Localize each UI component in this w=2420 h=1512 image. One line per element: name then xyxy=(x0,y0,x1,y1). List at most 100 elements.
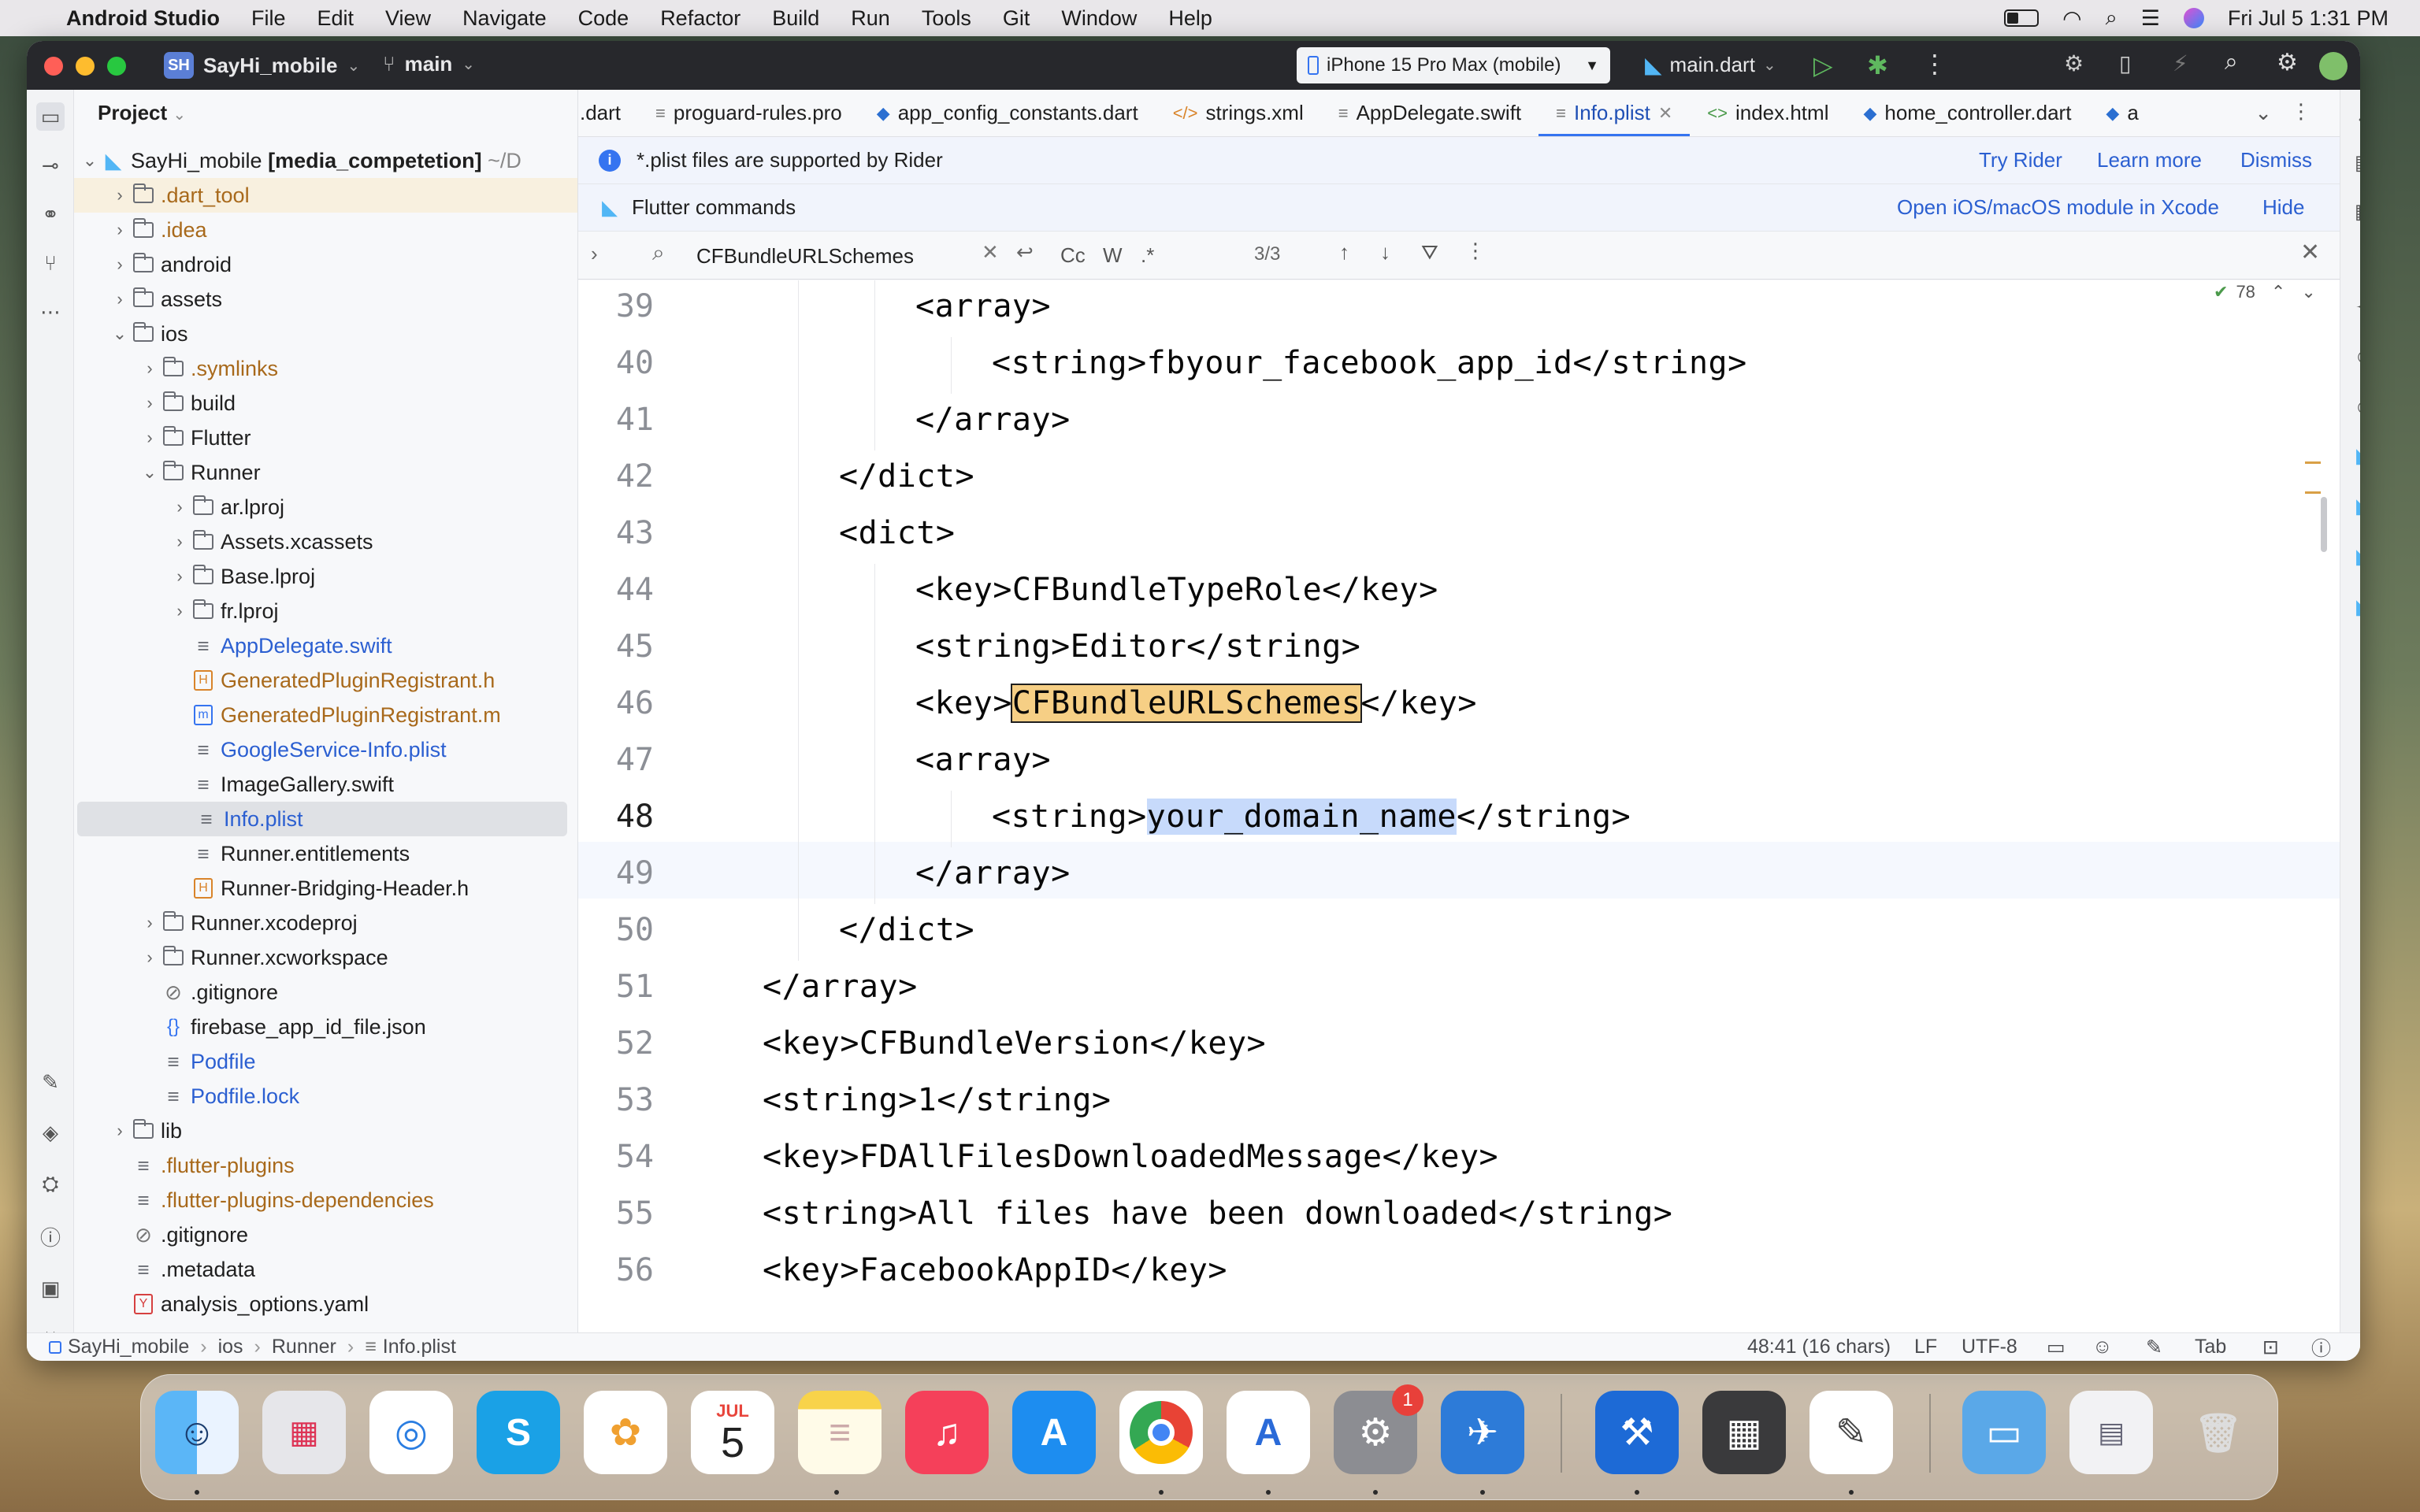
chevron-right-icon[interactable]: › xyxy=(170,566,189,587)
project-panel-header[interactable]: Project ⌄ xyxy=(98,101,186,125)
skype-icon[interactable]: S xyxy=(477,1391,560,1474)
brush-icon[interactable]: ✎ xyxy=(2146,1336,2162,1359)
menu-refactor[interactable]: Refactor xyxy=(660,6,740,31)
tree-item-base-lproj[interactable]: › Base.lproj xyxy=(74,559,577,594)
whole-words-toggle[interactable]: W xyxy=(1103,243,1123,268)
close-window-button[interactable] xyxy=(44,57,63,76)
project-folder-icon[interactable]: ▭ xyxy=(36,102,65,131)
menu-navigate[interactable]: Navigate xyxy=(462,6,547,31)
calendar-icon[interactable]: JUL 5 xyxy=(691,1391,774,1474)
open-xcode-link[interactable]: Open iOS/macOS module in Xcode xyxy=(1897,195,2219,220)
code-editor[interactable]: 39 <array> 40 <string>fbyour_facebook_app_i… xyxy=(578,280,2340,1361)
tree-item-runner-entitlements[interactable]: ≡ Runner.entitlements xyxy=(74,836,577,871)
tab-home-controller-dart[interactable]: ◆ home_controller.dart xyxy=(1846,90,2088,136)
editor-scrollbar[interactable] xyxy=(2292,280,2340,1361)
learn-more-link[interactable]: Learn more xyxy=(2097,148,2202,172)
menu-window[interactable]: Window xyxy=(1061,6,1137,31)
chevron-down-icon[interactable]: ⌄ xyxy=(140,462,159,483)
new-line-icon[interactable]: ↩ xyxy=(1016,240,1034,265)
bug-report-icon[interactable]: ⚙ xyxy=(2064,50,2084,76)
tree-item-fr-lproj[interactable]: › fr.lproj xyxy=(74,594,577,628)
close-tab-icon[interactable]: ✕ xyxy=(1658,103,1672,124)
avatar[interactable] xyxy=(2319,52,2348,80)
trash-icon[interactable]: 🗑 xyxy=(2177,1391,2260,1474)
tree-item-android[interactable]: › android xyxy=(74,247,577,282)
music-icon[interactable]: ♫ xyxy=(905,1391,989,1474)
more-tools-icon[interactable]: ⋯ xyxy=(36,298,65,326)
chevron-down-icon[interactable]: ⌄ xyxy=(110,324,129,344)
tree-item-podfile-lock[interactable]: ≡ Podfile.lock xyxy=(74,1079,577,1114)
find-input[interactable] xyxy=(696,240,972,272)
chevron-down-icon[interactable]: ⌄ xyxy=(80,150,99,171)
tree-item-firebase-app-id-file-json[interactable]: {} firebase_app_id_file.json xyxy=(74,1010,577,1044)
tree-item-generatedpluginregistrant-h[interactable]: H GeneratedPluginRegistrant.h xyxy=(74,663,577,698)
tab-index-html[interactable]: <> index.html xyxy=(1690,90,1846,136)
copilot-status-icon[interactable]: ☺ xyxy=(2092,1336,2113,1358)
tab-app-config-constants-dart[interactable]: ◆ app_config_constants.dart xyxy=(859,90,1156,136)
tree-item-runner-bridging-header-h[interactable]: H Runner-Bridging-Header.h xyxy=(74,871,577,906)
breadcrumb-project[interactable]: SayHi_mobile xyxy=(68,1336,189,1358)
regex-toggle[interactable]: .* xyxy=(1141,243,1154,268)
tree-item-runner-xcworkspace[interactable]: › Runner.xcworkspace xyxy=(74,940,577,975)
pull-requests-icon[interactable]: ⑂ xyxy=(36,249,65,277)
siri-icon[interactable] xyxy=(2183,8,2204,28)
flutter-deep-links-icon[interactable]: ◣ xyxy=(2350,542,2360,570)
notifications-icon[interactable]: ♫ xyxy=(2350,99,2360,128)
chevron-right-icon[interactable]: › xyxy=(170,601,189,621)
chevron-right-icon[interactable]: › xyxy=(110,1121,129,1141)
menubar-clock[interactable]: Fri Jul 5 1:31 PM xyxy=(2228,6,2388,31)
commit-icon[interactable]: ⊸ xyxy=(36,151,65,180)
chevron-right-icon[interactable]: › xyxy=(110,185,129,206)
tree-item-runner-xcodeproj[interactable]: › Runner.xcodeproj xyxy=(74,906,577,940)
spotlight-search-icon[interactable]: ⌕ xyxy=(2106,6,2118,31)
finder-icon[interactable]: ☺ xyxy=(155,1391,239,1474)
app-store-icon[interactable]: A xyxy=(1012,1391,1096,1474)
run-icon[interactable]: ▷ xyxy=(1813,50,1833,80)
device-manager-icon[interactable]: ▯ xyxy=(2119,50,2131,76)
scroll-thumb[interactable] xyxy=(2321,497,2327,552)
textedit-icon[interactable]: ✎ xyxy=(1809,1391,1893,1474)
menu-view[interactable]: View xyxy=(385,6,431,31)
build-variants-icon[interactable]: ⛭ xyxy=(36,1170,65,1199)
terminal-icon[interactable]: ▣ xyxy=(36,1274,65,1303)
tree-item-appdelegate-swift[interactable]: ≡ AppDelegate.swift xyxy=(74,628,577,663)
tree-root[interactable]: ⌄ ◣ SayHi_mobile [media_competetion] ~/D xyxy=(74,143,577,178)
downloads-folder-icon[interactable]: ▭ xyxy=(1962,1391,2046,1474)
breadcrumb-ios[interactable]: ios xyxy=(218,1336,243,1358)
launchpad-icon[interactable]: ▦ xyxy=(262,1391,346,1474)
chevron-right-icon[interactable]: › xyxy=(140,947,159,968)
tree-item-runner[interactable]: ⌄ Runner xyxy=(74,455,577,490)
tree-item-metadata[interactable]: ≡ .metadata xyxy=(74,1252,577,1287)
more-options-icon[interactable]: ⋮ xyxy=(1465,239,1486,263)
chrome-icon[interactable] xyxy=(1119,1391,1203,1474)
branch-widget[interactable]: ⑂ main ⌄ xyxy=(383,52,475,76)
tree-item-dart-tool[interactable]: › .dart_tool xyxy=(74,178,577,213)
tab-list-chevron-icon[interactable]: ⌄ xyxy=(2255,101,2272,125)
dismiss-link[interactable]: Dismiss xyxy=(2240,148,2312,172)
flutter-devtools-icon[interactable]: ◣ xyxy=(2350,592,2360,621)
debug-icon[interactable]: ✱ xyxy=(1867,50,1888,80)
device-mirroring-icon[interactable]: ☺ xyxy=(2350,392,2360,421)
xcode-icon[interactable]: ⚒ xyxy=(1595,1391,1679,1474)
tab-dart[interactable]: .dart xyxy=(578,90,638,136)
notes-icon[interactable]: ≡ xyxy=(798,1391,882,1474)
menu-build[interactable]: Build xyxy=(772,6,819,31)
comment-icon[interactable]: ▭ xyxy=(2047,1336,2066,1359)
more-actions-icon[interactable]: ⋮ xyxy=(1922,49,1947,79)
problems-icon[interactable]: ⓘ xyxy=(36,1222,65,1251)
copilot-icon[interactable]: ☺ xyxy=(2350,342,2360,370)
screenshot-stack-icon[interactable]: ▤ xyxy=(2069,1391,2153,1474)
menu-app-name[interactable]: Android Studio xyxy=(66,6,220,31)
filter-icon[interactable]: ⛛ xyxy=(1421,240,1438,265)
gem-icon[interactable]: ◈ xyxy=(36,1118,65,1147)
tree-item-assets-xcassets[interactable]: › Assets.xcassets xyxy=(74,524,577,559)
resource-manager-icon[interactable]: ⚭ xyxy=(36,200,65,228)
device-file-icon[interactable]: ▦ xyxy=(2350,197,2360,225)
tree-item-info-plist[interactable]: ≡ Info.plist xyxy=(77,802,567,836)
tree-item-flutter[interactable]: › Flutter xyxy=(74,421,577,455)
chevron-right-icon[interactable]: › xyxy=(110,289,129,309)
chevron-right-icon[interactable]: › xyxy=(110,254,129,275)
hot-reload-icon[interactable]: ⚡ xyxy=(2173,50,2188,76)
tree-item-assets[interactable]: › assets xyxy=(74,282,577,317)
gemini-icon[interactable]: ✦ xyxy=(2350,293,2360,321)
